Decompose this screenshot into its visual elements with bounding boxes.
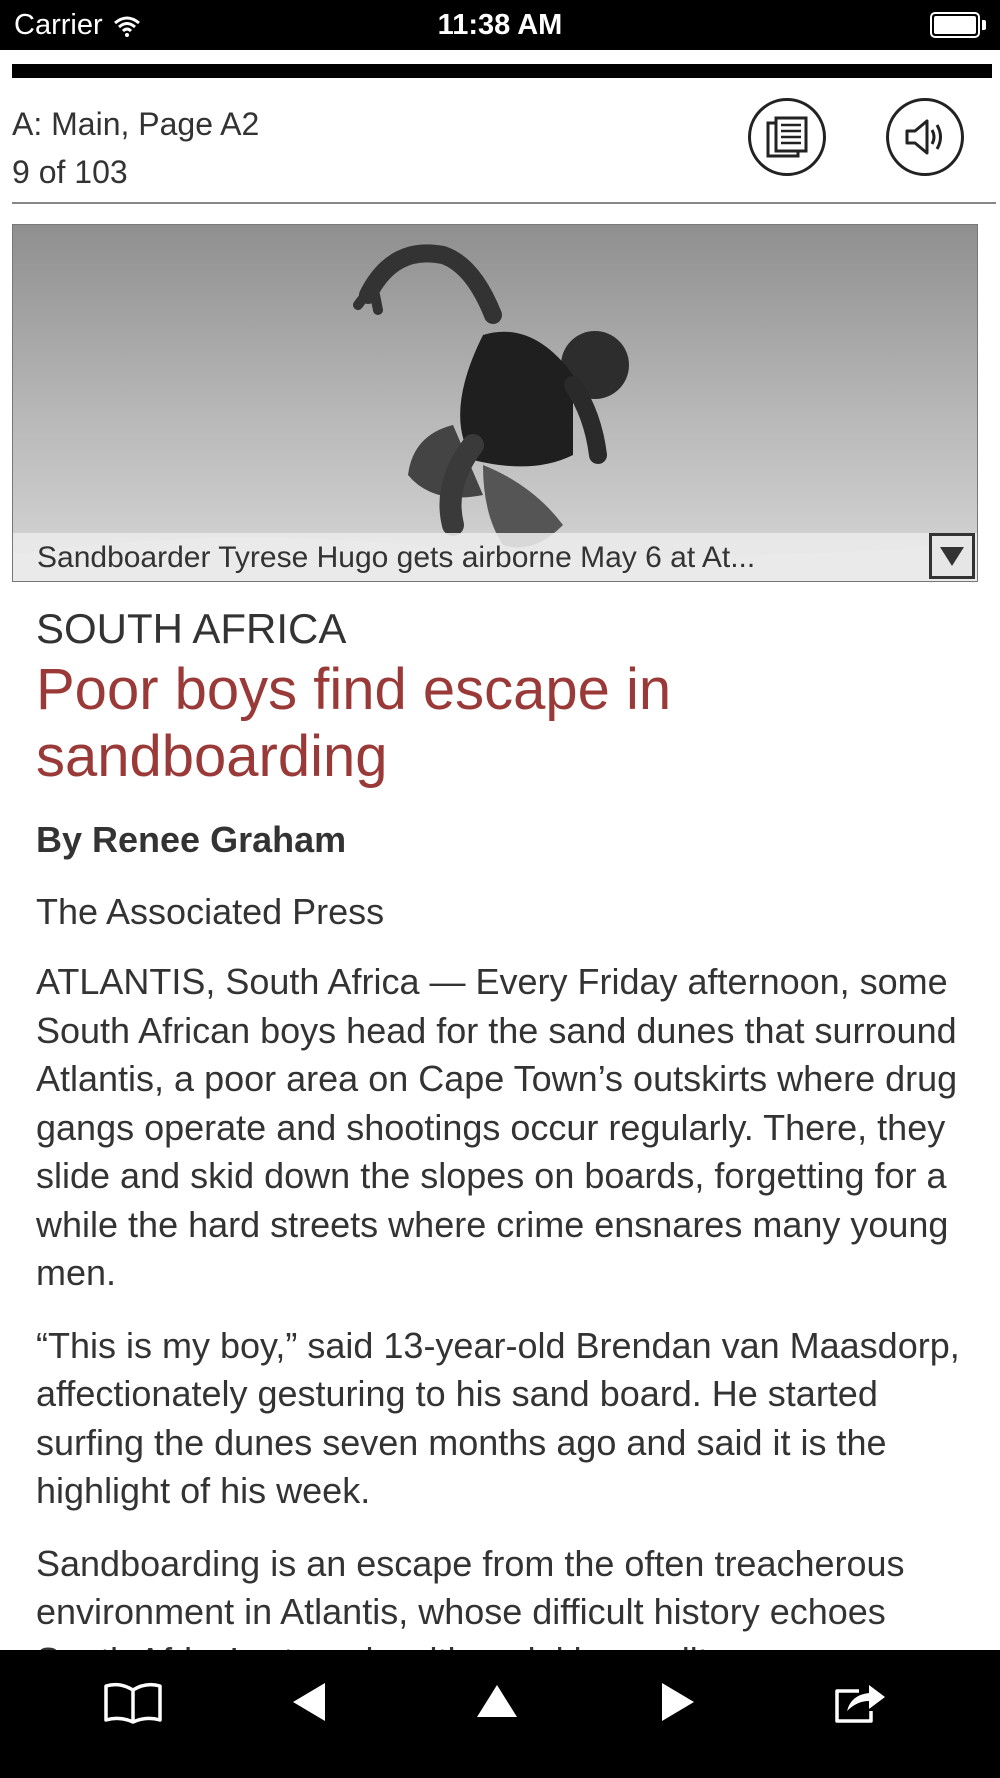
header-divider — [12, 202, 996, 204]
article-photo[interactable]: Sandboarder Tyrese Hugo gets airborne Ma… — [12, 224, 978, 582]
section-page-label: A: Main, Page A2 — [12, 106, 260, 142]
bottom-toolbar — [0, 1650, 1000, 1778]
caption-expand-button[interactable] — [929, 533, 975, 579]
sandboarder-photo — [13, 225, 977, 581]
status-time: 11:38 AM — [437, 9, 563, 41]
battery-icon — [930, 12, 986, 38]
article-position-label: 9 of 103 — [12, 154, 128, 190]
share-icon — [835, 1685, 885, 1723]
status-bar: Carrier 11:38 AM — [0, 0, 1000, 50]
up-icon — [477, 1685, 517, 1717]
previous-article-button[interactable] — [269, 1672, 349, 1732]
article-source: The Associated Press — [36, 891, 385, 932]
triangle-down-icon — [940, 547, 964, 566]
photo-caption-bar: Sandboarder Tyrese Hugo gets airborne Ma… — [13, 533, 977, 581]
book-icon — [104, 1682, 162, 1724]
speaker-icon — [905, 119, 942, 155]
page-view-icon — [766, 116, 808, 158]
article-headline: Poor boys find escape in sandboarding — [36, 657, 672, 789]
article-paragraph: ATLANTIS, South Africa — Every Friday af… — [36, 961, 958, 1293]
page-view-button[interactable] — [748, 98, 826, 176]
article-byline: By Renee Graham — [36, 819, 347, 860]
top-divider — [12, 64, 992, 78]
article-paragraph: “This is my boy,” said 13-year-old Brend… — [36, 1324, 960, 1512]
previous-icon — [293, 1683, 325, 1721]
next-icon — [662, 1683, 694, 1721]
article-body: SOUTH AFRICA Poor boys find escape in sa… — [36, 604, 966, 1650]
sections-button[interactable] — [93, 1672, 173, 1732]
article-paragraph: Sandboarding is an escape from the often… — [36, 1542, 905, 1651]
photo-caption: Sandboarder Tyrese Hugo gets airborne Ma… — [37, 541, 756, 574]
article-kicker: SOUTH AFRICA — [36, 605, 347, 652]
page-location: A: Main, Page A2 9 of 103 — [12, 100, 259, 196]
listen-button[interactable] — [886, 98, 964, 176]
share-button[interactable] — [820, 1672, 900, 1732]
next-article-button[interactable] — [638, 1672, 718, 1732]
up-button[interactable] — [457, 1672, 537, 1732]
